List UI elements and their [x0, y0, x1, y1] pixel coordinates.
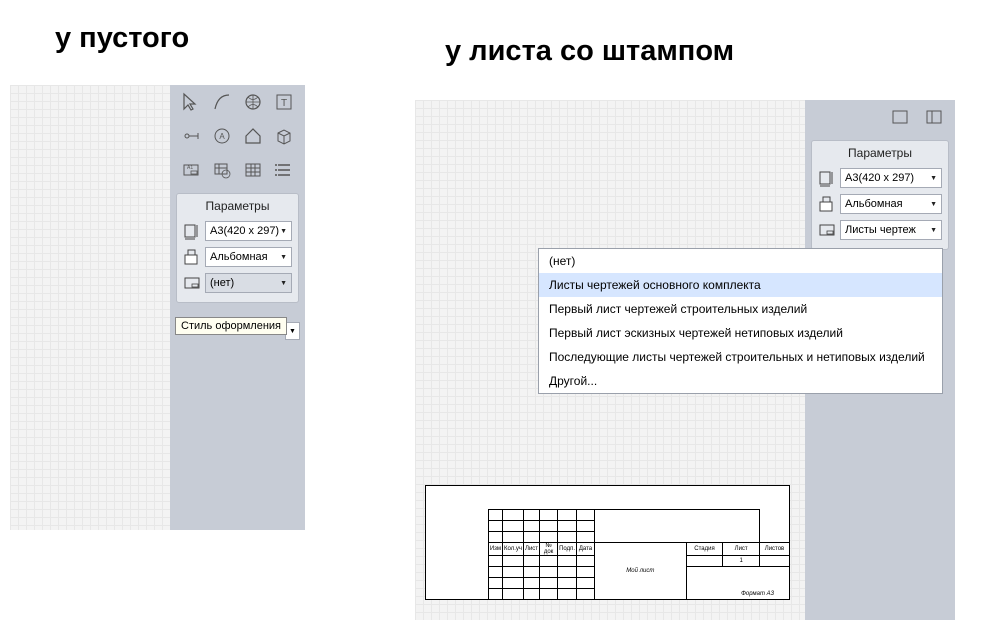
toolbar-row-3: A1 — [170, 153, 305, 187]
cube-tool-icon[interactable] — [272, 123, 297, 149]
svg-text:A: A — [219, 132, 225, 141]
style-select-right[interactable]: Листы чертеж▼ — [840, 220, 942, 240]
curve-tool-icon[interactable] — [209, 89, 234, 115]
toolbar-row-2: A — [170, 119, 305, 153]
canvas-grid[interactable] — [10, 85, 170, 530]
format-row: А3(420 х 297)▼ — [177, 218, 298, 244]
dropdown-item-other[interactable]: Другой... — [539, 369, 942, 393]
globe-tool-icon[interactable] — [241, 89, 266, 115]
dropdown-item-none[interactable]: (нет) — [539, 249, 942, 273]
right-screenshot: ИзмКол.учЛист№ докПодп.Дата Мой лист Ста… — [415, 100, 955, 620]
angle-dim-tool-icon[interactable]: A — [209, 123, 234, 149]
heading-stamp-sheet: у листа со штампом — [445, 35, 734, 68]
heading-empty-sheet: у пустого — [55, 22, 189, 55]
sheet-tool-icon[interactable]: A1 — [178, 157, 203, 183]
dropdown-item-first-construction[interactable]: Первый лист чертежей строительных издели… — [539, 297, 942, 321]
text-tool-icon[interactable]: T — [272, 89, 297, 115]
params-title-right: Параметры — [812, 141, 948, 165]
house-tool-icon[interactable] — [241, 123, 266, 149]
format-select-right[interactable]: А3(420 х 297)▼ — [840, 168, 942, 188]
svg-text:A1: A1 — [187, 165, 193, 171]
orientation-icon — [818, 195, 836, 213]
orientation-select[interactable]: Альбомная▼ — [205, 247, 292, 267]
format-select[interactable]: А3(420 х 297)▼ — [205, 221, 292, 241]
format-row-right: А3(420 х 297)▼ — [812, 165, 948, 191]
side-panel-left: T A A1 Параметры А3(420 х 297)▼ — [170, 85, 305, 530]
params-panel-right: Параметры А3(420 х 297)▼ Альбомная▼ Лист… — [811, 140, 949, 250]
style-select[interactable]: (нет)▼ — [205, 273, 292, 293]
style-icon — [818, 221, 836, 239]
drawing-frame: ИзмКол.учЛист№ докПодп.Дата Мой лист Ста… — [425, 485, 790, 600]
orientation-row: Альбомная▼ — [177, 244, 298, 270]
style-row: (нет)▼ — [177, 270, 298, 296]
orientation-select-right[interactable]: Альбомная▼ — [840, 194, 942, 214]
params-title: Параметры — [177, 194, 298, 218]
pointer-tool-icon[interactable] — [178, 89, 203, 115]
dropdown-item-first-sketch[interactable]: Первый лист эскизных чертежей нетиповых … — [539, 321, 942, 345]
style-tooltip: Стиль оформления — [175, 317, 287, 335]
toolbar-row-1: T — [170, 85, 305, 119]
extra-dropdown-caret[interactable]: ▼ — [285, 322, 300, 340]
grid-tool-icon[interactable] — [241, 157, 266, 183]
table-settings-icon[interactable] — [209, 157, 234, 183]
orientation-row-right: Альбомная▼ — [812, 191, 948, 217]
toolbar-row-right — [805, 100, 955, 134]
params-panel: Параметры А3(420 х 297)▼ Альбомная▼ (нет… — [176, 193, 299, 303]
style-row-right: Листы чертеж▼ — [812, 217, 948, 243]
generic-tool-icon-2[interactable] — [921, 104, 947, 130]
orientation-icon — [183, 248, 201, 266]
dimension-tool-icon[interactable] — [178, 123, 203, 149]
format-label: Формат А3 — [741, 591, 774, 597]
list-tool-icon[interactable] — [272, 157, 297, 183]
style-dropdown-menu: (нет) Листы чертежей основного комплекта… — [538, 248, 943, 394]
left-screenshot: T A A1 Параметры А3(420 х 297)▼ — [10, 85, 305, 530]
generic-tool-icon-1[interactable] — [887, 104, 913, 130]
title-block-stamp: ИзмКол.учЛист№ докПодп.Дата Мой лист Ста… — [488, 509, 790, 600]
format-icon — [183, 222, 201, 240]
dropdown-item-main-set[interactable]: Листы чертежей основного комплекта — [539, 273, 942, 297]
dropdown-item-subsequent[interactable]: Последующие листы чертежей строительных … — [539, 345, 942, 369]
format-icon — [818, 169, 836, 187]
style-icon — [183, 274, 201, 292]
svg-text:T: T — [281, 98, 287, 109]
